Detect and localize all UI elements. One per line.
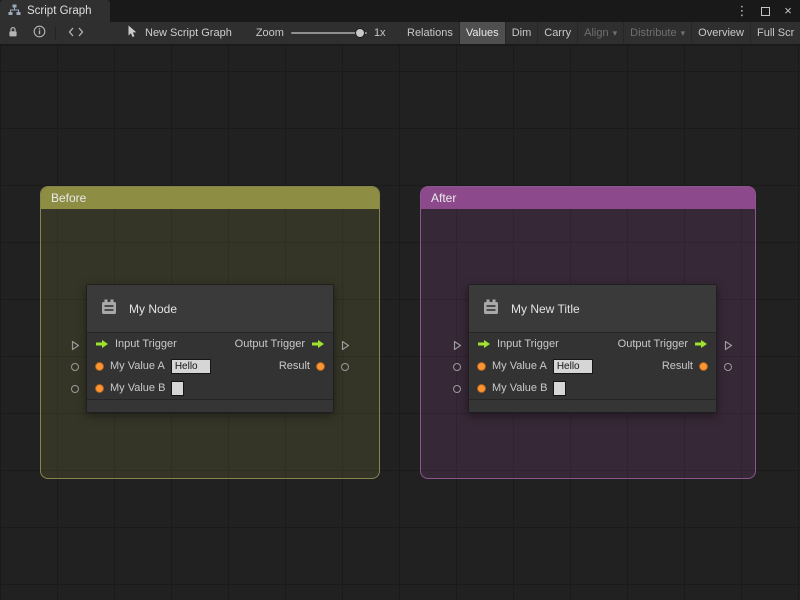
value-b-input[interactable]	[171, 380, 185, 396]
node-header[interactable]: My New Title	[469, 285, 716, 333]
unit-icon	[99, 297, 119, 320]
carry-button[interactable]: Carry	[538, 22, 579, 44]
graph-breadcrumb[interactable]: New Script Graph	[127, 25, 232, 41]
inspect-button[interactable]	[26, 22, 52, 44]
zoom-slider-knob[interactable]	[354, 28, 365, 38]
ext-value-port[interactable]	[68, 378, 82, 400]
input-trigger-label: Input Trigger	[497, 338, 559, 350]
info-icon	[33, 25, 46, 41]
relations-button[interactable]: Relations	[401, 22, 460, 44]
zoom-label: Zoom	[255, 27, 284, 39]
node-body: Input Trigger Output Trigger My Value A	[469, 333, 716, 399]
result-label: Result	[278, 360, 310, 372]
group-after-header[interactable]: After	[421, 187, 755, 209]
value-a-row: My Value A Result	[87, 355, 333, 377]
distribute-dropdown: Distribute ▾	[624, 22, 693, 44]
value-b-port-dot[interactable]	[477, 383, 486, 393]
group-before-header[interactable]: Before	[41, 187, 379, 209]
maximize-icon[interactable]	[759, 3, 771, 19]
value-a-port-dot[interactable]	[477, 361, 486, 371]
value-a-port-dot[interactable]	[95, 361, 104, 371]
trigger-row: Input Trigger Output Trigger	[469, 333, 716, 355]
unity-script-graph-window: { "window": { "tab_label": "Script Graph…	[0, 0, 800, 600]
value-a-input[interactable]	[552, 358, 593, 374]
zoom-value: 1x	[373, 27, 386, 39]
edit-source-button[interactable]	[59, 22, 93, 44]
value-b-label: My Value B	[492, 382, 548, 394]
toolbar-separator	[55, 26, 56, 40]
unit-icon	[481, 297, 501, 320]
ext-value-port[interactable]	[721, 356, 735, 378]
value-a-label: My Value A	[110, 360, 165, 372]
external-output-ports	[721, 334, 735, 378]
value-b-input[interactable]	[553, 380, 567, 396]
node-title: My New Title	[511, 301, 580, 316]
overview-button[interactable]: Overview	[692, 22, 751, 44]
tab-script-graph[interactable]: Script Graph	[0, 0, 110, 22]
result-port-dot[interactable]	[699, 361, 708, 371]
ext-trigger-port[interactable]	[721, 334, 735, 356]
node-my-new-title[interactable]: My New Title Input Trigger Output Trigge…	[453, 284, 732, 413]
value-b-row: My Value B	[87, 377, 333, 399]
window-controls: ⋮ ×	[736, 0, 794, 22]
toolbar-toggle-group: Relations Values Dim Carry Align ▾ Distr…	[401, 22, 800, 45]
group-title: Before	[51, 191, 87, 205]
output-trigger-arrow-icon[interactable]	[311, 339, 325, 349]
graph-canvas[interactable]: Before My Node Input Trigger Output Trig…	[0, 46, 800, 600]
dropdown-arrow-icon: ▾	[612, 27, 618, 38]
graph-icon	[8, 4, 21, 19]
lock-icon	[7, 26, 19, 41]
value-b-label: My Value B	[110, 382, 166, 394]
output-trigger-label: Output Trigger	[617, 338, 688, 350]
group-after[interactable]: After My New Title Input Trigger Output …	[420, 186, 756, 479]
external-input-ports	[450, 334, 464, 400]
value-b-port-dot[interactable]	[95, 383, 104, 393]
dropdown-arrow-icon: ▾	[680, 27, 686, 38]
align-dropdown: Align ▾	[578, 22, 625, 44]
lock-button[interactable]	[0, 22, 26, 44]
result-label: Result	[661, 360, 693, 372]
input-trigger-arrow-icon[interactable]	[95, 339, 109, 349]
ext-value-port[interactable]	[338, 356, 352, 378]
ext-value-port[interactable]	[450, 378, 464, 400]
menu-icon[interactable]: ⋮	[736, 3, 749, 19]
code-icon	[68, 27, 84, 40]
value-b-row: My Value B	[469, 377, 716, 399]
ext-trigger-port[interactable]	[450, 334, 464, 356]
node-footer	[87, 399, 333, 412]
group-title: After	[431, 191, 457, 205]
trigger-row: Input Trigger Output Trigger	[87, 333, 333, 355]
node-my-node[interactable]: My Node Input Trigger Output Trigger My …	[71, 284, 349, 413]
output-trigger-arrow-icon[interactable]	[694, 339, 708, 349]
node-footer	[469, 399, 716, 412]
node-body: Input Trigger Output Trigger My Value A	[87, 333, 333, 399]
input-trigger-arrow-icon[interactable]	[477, 339, 491, 349]
value-a-label: My Value A	[492, 360, 547, 372]
external-input-ports	[68, 334, 82, 400]
tab-strip: Script Graph ⋮ ×	[0, 0, 800, 22]
close-icon[interactable]: ×	[782, 3, 794, 19]
value-a-input[interactable]	[170, 358, 211, 374]
zoom-slider[interactable]	[290, 27, 367, 39]
graph-toolbar: New Script Graph Zoom 1x Relations Value…	[0, 22, 800, 45]
group-before[interactable]: Before My Node Input Trigger Output Trig…	[40, 186, 380, 479]
input-trigger-label: Input Trigger	[115, 338, 177, 350]
dim-button[interactable]: Dim	[506, 22, 539, 44]
result-port-dot[interactable]	[316, 361, 325, 371]
graph-name-label: New Script Graph	[145, 27, 232, 39]
tab-label: Script Graph	[27, 5, 92, 17]
fullscreen-button[interactable]: Full Scr	[751, 22, 800, 44]
node-title: My Node	[129, 301, 178, 316]
value-a-row: My Value A Result	[469, 355, 716, 377]
node-header[interactable]: My Node	[87, 285, 333, 333]
cursor-icon	[127, 25, 138, 41]
ext-trigger-port[interactable]	[338, 334, 352, 356]
ext-value-port[interactable]	[450, 356, 464, 378]
ext-value-port[interactable]	[68, 356, 82, 378]
ext-trigger-port[interactable]	[68, 334, 82, 356]
output-trigger-label: Output Trigger	[234, 338, 305, 350]
values-button[interactable]: Values	[459, 22, 506, 44]
zoom-control: Zoom 1x	[256, 27, 386, 39]
external-output-ports	[338, 334, 352, 378]
